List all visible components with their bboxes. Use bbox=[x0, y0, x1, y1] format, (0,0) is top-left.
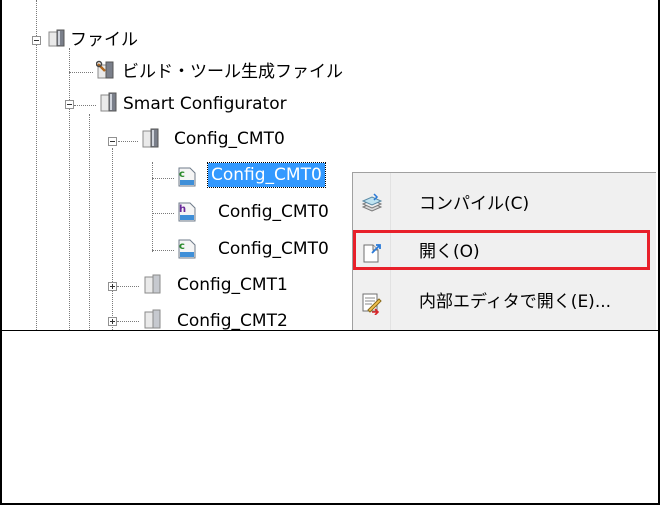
tree-node-label[interactable]: ファイル bbox=[70, 28, 138, 52]
project-tree-panel: ファイル ビルド・ツール生成ファイル Smart Configurator Co… bbox=[2, 0, 656, 330]
tree-guide-line bbox=[117, 321, 139, 322]
tree-guide-line bbox=[152, 250, 174, 251]
tree-node-label[interactable]: Config_CMT2 bbox=[177, 309, 288, 330]
menu-item-label: 内部エディタで開く(E)... bbox=[419, 292, 612, 312]
tree-guide-line bbox=[152, 178, 174, 179]
menu-item-compile[interactable]: コンパイル(C) bbox=[353, 187, 656, 223]
internal-editor-icon bbox=[360, 291, 384, 316]
tree-guide-line bbox=[69, 72, 93, 73]
tree-node-label[interactable]: ビルド・ツール生成ファイル bbox=[122, 60, 343, 84]
tree-node-label[interactable]: Config_CMT0 bbox=[218, 200, 329, 224]
tree-node-label[interactable]: Smart Configurator bbox=[123, 92, 287, 116]
menu-item-open-internal-editor[interactable]: 内部エディタで開く(E)... bbox=[353, 285, 656, 321]
c-source-file-icon: c bbox=[176, 238, 196, 259]
tree-node-label[interactable]: Config_CMT1 bbox=[177, 273, 288, 297]
tree-guide-line bbox=[74, 105, 96, 106]
tree-node-label[interactable]: Config_CMT0 bbox=[174, 127, 285, 151]
tree-guide-line bbox=[152, 162, 153, 252]
folder-file-icon bbox=[46, 28, 66, 48]
tree-guide-line bbox=[152, 213, 174, 214]
tree-guide-line bbox=[117, 286, 139, 287]
compile-icon bbox=[360, 193, 384, 217]
menu-item-label: コンパイル(C) bbox=[419, 194, 530, 214]
tree-node-label[interactable]: Config_CMT0 bbox=[218, 237, 329, 261]
svg-text:c: c bbox=[179, 241, 185, 252]
h-header-file-icon: h bbox=[176, 201, 196, 222]
collapse-toggle[interactable] bbox=[65, 100, 74, 109]
svg-text:h: h bbox=[179, 204, 186, 215]
tree-guide-line bbox=[118, 141, 138, 142]
c-source-file-icon: c bbox=[176, 166, 196, 187]
folder-icon bbox=[98, 92, 118, 112]
collapse-toggle[interactable] bbox=[108, 137, 117, 146]
expand-toggle[interactable] bbox=[108, 317, 117, 326]
build-tool-icon bbox=[95, 60, 116, 80]
expand-toggle[interactable] bbox=[108, 282, 117, 291]
tree-guide-line bbox=[112, 148, 113, 330]
collapse-toggle[interactable] bbox=[32, 36, 41, 45]
tree-guide-line bbox=[69, 48, 70, 330]
tree-guide-line bbox=[89, 114, 90, 330]
panel-divider-line bbox=[0, 330, 658, 331]
highlight-annotation-box bbox=[353, 230, 650, 270]
folder-icon bbox=[142, 274, 162, 294]
folder-icon bbox=[140, 128, 160, 148]
folder-icon bbox=[142, 309, 162, 329]
tree-node-label-selected[interactable]: Config_CMT0 bbox=[207, 162, 326, 188]
tree-guide-line bbox=[36, 0, 37, 330]
svg-text:c: c bbox=[179, 169, 185, 180]
